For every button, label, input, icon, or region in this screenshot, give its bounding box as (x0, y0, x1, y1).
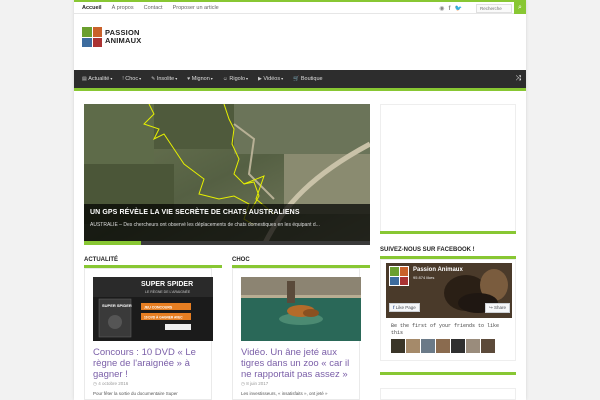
poster-badge-1: JEU CONCOURS (144, 306, 173, 310)
main-nav-item-mignon[interactable]: ♥ Mignon▾ (182, 70, 218, 88)
facebook-share-label: Share (494, 305, 507, 310)
top-nav-contact[interactable]: Contact (139, 4, 168, 13)
shuffle-icon[interactable]: ⤨ (515, 70, 521, 88)
facebook-icon[interactable]: f (449, 5, 451, 13)
main-nav-label: Mignon (191, 76, 210, 82)
column-heading-actualite[interactable]: Actualité (84, 257, 118, 263)
post-date: ◷ 4 octobre 2016 (93, 381, 128, 387)
post-excerpt: Les investisseurs, « insatisfaits », ont… (241, 391, 328, 396)
post-date-text: 8 juin 2017 (246, 381, 269, 386)
chevron-down-icon: ▾ (139, 76, 142, 81)
search-icon[interactable]: ⌕ (514, 2, 526, 14)
twitter-icon[interactable]: 🐦 (455, 5, 462, 13)
main-nav-item-vidéos[interactable]: ▶ Vidéos▾ (253, 70, 288, 88)
post-card: SUPER SPIDER LE RÈGNE DE L'ARAIGNÉE SUPE… (84, 268, 213, 400)
facebook-fan-avatar[interactable] (481, 339, 495, 353)
smile-icon: ☺ (222, 76, 228, 82)
post-thumbnail[interactable]: SUPER SPIDER LE RÈGNE DE L'ARAIGNÉE SUPE… (93, 277, 213, 341)
sidebar-bottom-box (380, 388, 516, 400)
slider-caption: Un GPS révèle la vie secrète de chats au… (84, 204, 370, 241)
super-spider-poster: SUPER SPIDER LE RÈGNE DE L'ARAIGNÉE SUPE… (93, 277, 213, 341)
slider-progress (84, 241, 370, 245)
facebook-widget: Passion Animaux 95 874 likes f Like Page… (380, 259, 516, 361)
main-nav-item-insolite[interactable]: ✎ Insolite▾ (146, 70, 182, 88)
facebook-page-name[interactable]: Passion Animaux (413, 267, 463, 273)
post-title[interactable]: Concours : 10 DVD « Le règne de l'araign… (93, 347, 213, 380)
poster-subtitle: LE RÈGNE DE L'ARAIGNÉE (145, 289, 191, 294)
main-nav-label: Rigolo (229, 76, 245, 82)
post-date: ◷ 8 juin 2017 (241, 381, 268, 387)
poster-headline: SUPER SPIDER (141, 281, 193, 288)
sidebar-divider (380, 372, 516, 375)
logo-text: PASSION ANIMAUX (105, 29, 141, 45)
facebook-avatar (389, 266, 409, 286)
top-nav-about[interactable]: À propos (107, 4, 139, 13)
facebook-like-button[interactable]: f Like Page (389, 303, 420, 312)
post-title[interactable]: Vidéo. Un âne jeté aux tigres dans un zo… (241, 347, 361, 380)
facebook-likes: 95 874 likes (413, 275, 435, 280)
video-icon: ▶ (258, 76, 262, 82)
top-bar: Accueil À propos Contact Proposer un art… (74, 0, 526, 14)
top-nav-submit-article[interactable]: Proposer un article (168, 4, 224, 13)
facebook-fan-avatar[interactable] (406, 339, 420, 353)
main-nav-label: Insolite (156, 76, 175, 82)
chevron-down-icon: ▾ (210, 76, 213, 81)
main-nav-label: Boutique (300, 76, 323, 82)
facebook-widget-title: Suivez-nous sur Facebook ! (380, 247, 475, 253)
post-card: Vidéo. Un âne jeté aux tigres dans un zo… (232, 268, 361, 400)
chevron-down-icon: ▾ (246, 76, 249, 81)
social-links: ◉ f 🐦 (439, 5, 462, 13)
top-nav: Accueil À propos Contact Proposer un art… (77, 4, 224, 13)
main-nav-item-rigolo[interactable]: ☺ Rigolo▾ (218, 70, 253, 88)
main-nav-items: ▤ Actualité▾! Choc▾ ✎ Insolite▾ ♥ Mignon▾ ☺ Rigo… (74, 70, 526, 88)
top-nav-home[interactable]: Accueil (77, 4, 107, 13)
slider-title[interactable]: Un GPS révèle la vie secrète de chats au… (90, 209, 364, 216)
logo-mark (82, 27, 102, 47)
facebook-friends-text: Be the first of your friends to like thi… (391, 323, 500, 336)
post-thumbnail[interactable] (241, 277, 361, 341)
chevron-down-icon: ▾ (175, 76, 178, 81)
post-excerpt: Pour fêter la sortie du documentaire Sup… (93, 391, 178, 396)
zoo-tiger-photo (241, 277, 361, 341)
logo-line-2: ANIMAUX (105, 36, 142, 45)
column-heading-choc[interactable]: Choc (232, 257, 250, 263)
dvd-title: SUPER SPIDER (102, 303, 132, 308)
chevron-down-icon: ▾ (110, 76, 113, 81)
main-nav-item-actualité[interactable]: ▤ Actualité▾ (77, 70, 117, 88)
chevron-down-icon: ▾ (281, 76, 284, 81)
facebook-faces (391, 339, 495, 353)
facebook-cover[interactable]: Passion Animaux 95 874 likes f Like Page… (386, 263, 512, 318)
slider-progress-fill (84, 241, 142, 245)
post-date-text: 4 octobre 2016 (98, 381, 129, 386)
facebook-fan-avatar[interactable] (421, 339, 435, 353)
cart-icon: 🛒 (293, 76, 300, 82)
main-nav-item-choc[interactable]: ! Choc▾ (117, 70, 146, 88)
rss-icon[interactable]: ◉ (439, 5, 444, 13)
main-nav-label: Actualité (88, 76, 110, 82)
newspaper-icon: ▤ (82, 76, 87, 82)
heart-icon: ♥ (187, 76, 191, 82)
facebook-fan-avatar[interactable] (466, 339, 480, 353)
facebook-fan-avatar[interactable] (436, 339, 450, 353)
poster-badge-2: 10 DVD À GAGNER AVEC (144, 315, 183, 320)
pencil-icon: ✎ (151, 76, 156, 82)
facebook-share-button[interactable]: ↪ Share (485, 303, 511, 313)
facebook-like-label: Like Page (395, 305, 416, 310)
exclamation-icon: ! (122, 76, 124, 82)
main-nav-label: Choc (125, 76, 139, 82)
site-logo[interactable]: PASSION ANIMAUX (82, 27, 172, 47)
sidebar-ad-box (380, 104, 516, 232)
main-nav: ▤ Actualité▾! Choc▾ ✎ Insolite▾ ♥ Mignon▾ ☺ Rigo… (74, 70, 526, 91)
slider-excerpt: AUSTRALIE – Des chercheurs ont observé l… (90, 222, 320, 228)
main-nav-item-boutique[interactable]: 🛒 Boutique (288, 70, 327, 88)
sidebar-ad-divider (380, 231, 516, 234)
featured-slider[interactable]: Un GPS révèle la vie secrète de chats au… (84, 104, 370, 245)
facebook-fan-avatar[interactable] (391, 339, 405, 353)
page-container: Accueil À propos Contact Proposer un art… (74, 0, 526, 400)
search-input[interactable] (476, 4, 512, 13)
main-nav-label: Vidéos (263, 76, 281, 82)
facebook-fan-avatar[interactable] (451, 339, 465, 353)
